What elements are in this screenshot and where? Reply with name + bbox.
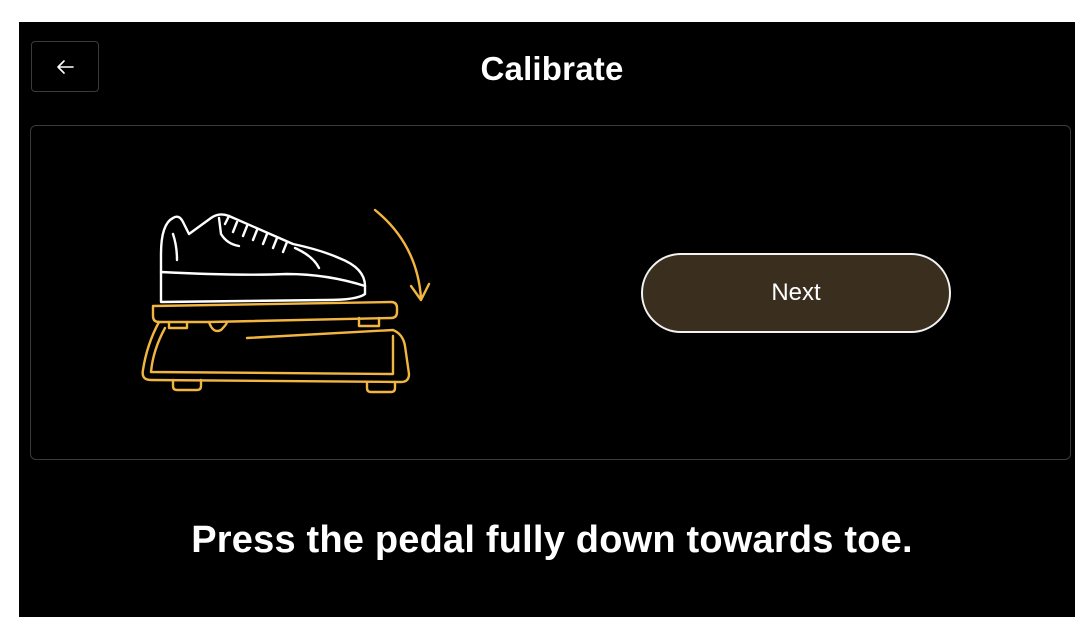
shoe-pedal-illustration [141,208,431,394]
shoe-icon [159,213,367,304]
calibration-panel: Next [30,125,1071,460]
page-title: Calibrate [480,50,624,87]
next-button[interactable]: Next [641,253,951,333]
instruction-text: Press the pedal fully down towards toe. [191,519,913,561]
pedal-icon [141,300,411,394]
press-down-arrow-icon [373,208,431,302]
calibrate-screen: Calibrate Next Press the pedal fully dow… [19,22,1075,617]
